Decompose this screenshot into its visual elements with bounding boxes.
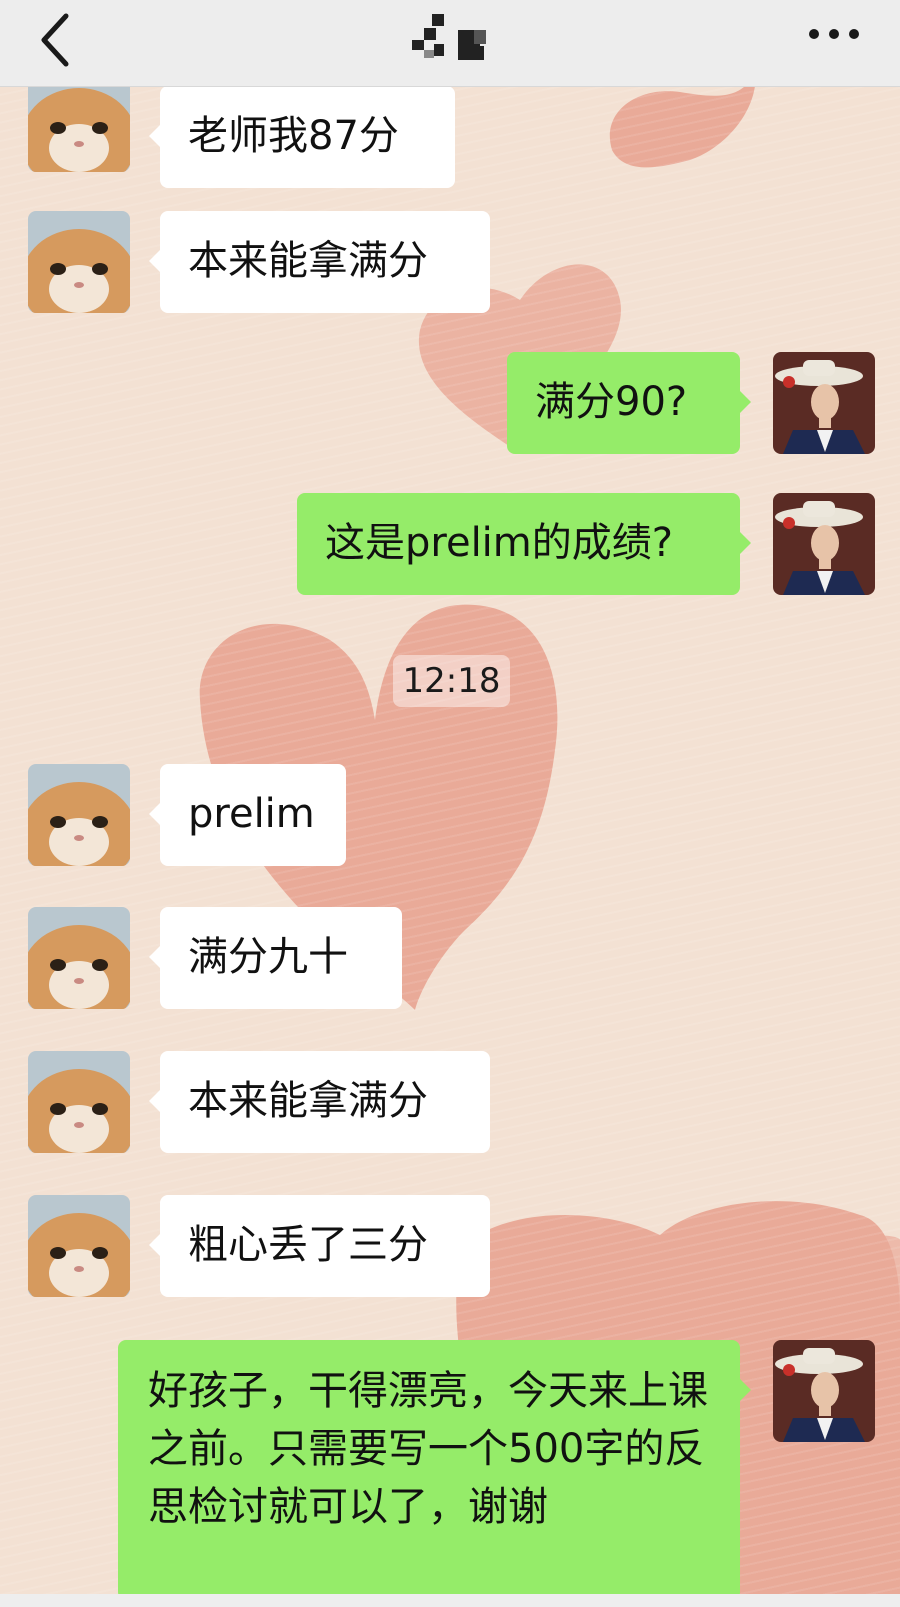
message-text: 这是prelim的成绩? <box>325 520 673 566</box>
message-bubble[interactable]: 满分九十 <box>149 907 402 1009</box>
user-avatar[interactable] <box>773 1340 875 1442</box>
portrait-avatar-icon <box>773 1340 875 1442</box>
chevron-left-icon <box>41 13 69 67</box>
message-bubble[interactable]: 好孩子，干得漂亮，今天来上课之前。只需要写一个500字的反思检讨就可以了，谢谢 <box>118 1340 751 1600</box>
user-avatar[interactable] <box>773 493 875 595</box>
chat-header <box>0 0 900 87</box>
timestamp: 12:18 <box>393 655 510 707</box>
message-text: 满分90? <box>535 379 688 425</box>
more-button[interactable] <box>804 14 864 54</box>
message-text: 粗心丢了三分 <box>188 1222 428 1268</box>
cat-face-icon <box>28 907 130 1009</box>
message-bubble[interactable]: prelim <box>149 764 346 866</box>
cat-avatar[interactable] <box>28 1051 130 1153</box>
cat-face-icon <box>28 1051 130 1153</box>
cat-avatar[interactable] <box>28 1195 130 1297</box>
cat-avatar[interactable] <box>28 907 130 1009</box>
cat-avatar[interactable] <box>28 211 130 313</box>
cat-avatar[interactable] <box>28 764 130 866</box>
ellipsis-icon <box>809 29 859 39</box>
message-bubble[interactable]: 老师我87分 <box>149 86 455 188</box>
message-text: 老师我87分 <box>188 113 399 159</box>
message-bubble[interactable]: 本来能拿满分 <box>149 1051 490 1153</box>
message-bubble[interactable]: 这是prelim的成绩? <box>297 493 751 595</box>
message-text: 好孩子，干得漂亮，今天来上课之前。只需要写一个500字的反思检讨就可以了，谢谢 <box>148 1368 708 1530</box>
user-avatar[interactable] <box>773 352 875 454</box>
message-text: 满分九十 <box>188 934 348 980</box>
chat-title-obscured <box>412 14 500 64</box>
message-bubble[interactable]: 粗心丢了三分 <box>149 1195 490 1297</box>
bottom-edge <box>0 1594 900 1607</box>
chat-screen: 老师我87分 本来能拿满分 满分90? 这是prelim的成绩? 12:18 p… <box>0 0 900 1607</box>
message-text: 本来能拿满分 <box>188 238 428 284</box>
cat-face-icon <box>28 764 130 866</box>
message-bubble[interactable]: 满分90? <box>507 352 751 454</box>
portrait-avatar-icon <box>773 352 875 454</box>
message-text: 本来能拿满分 <box>188 1078 428 1124</box>
back-button[interactable] <box>30 8 90 68</box>
message-text: prelim <box>188 791 315 837</box>
message-bubble[interactable]: 本来能拿满分 <box>149 211 490 313</box>
cat-face-icon <box>28 211 130 313</box>
cat-face-icon <box>28 1195 130 1297</box>
portrait-avatar-icon <box>773 493 875 595</box>
